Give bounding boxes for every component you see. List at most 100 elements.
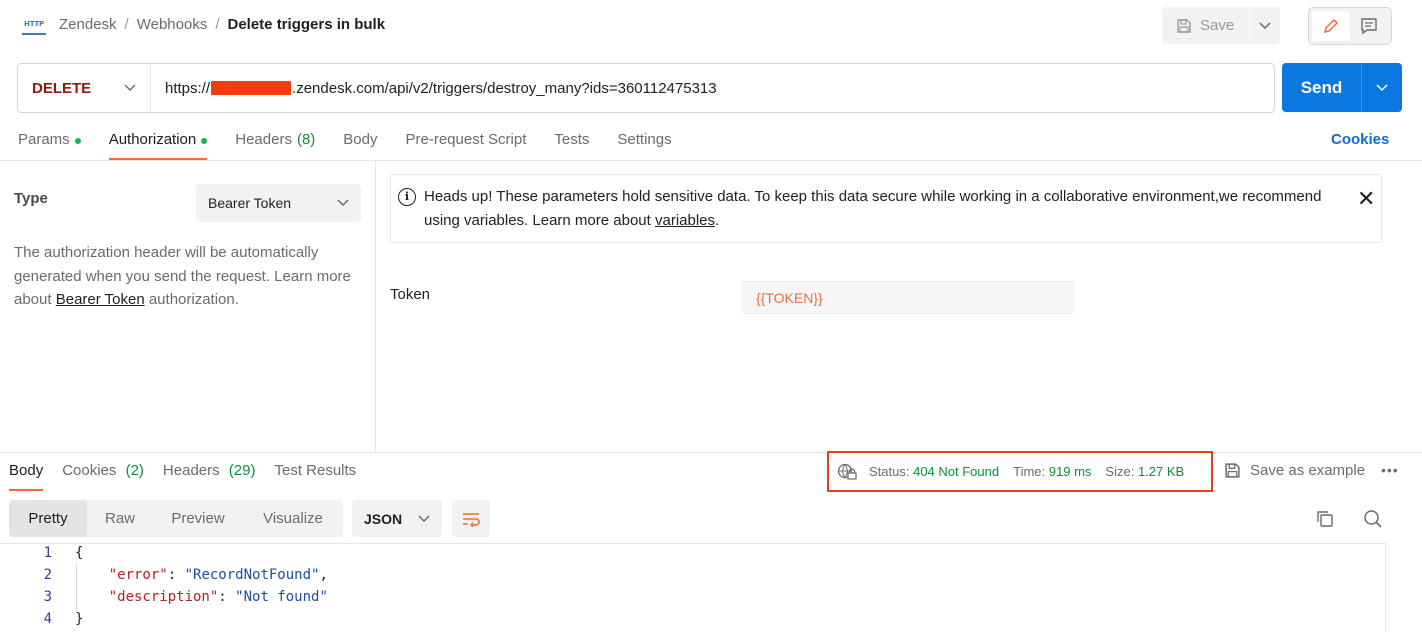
- auth-type-select[interactable]: Bearer Token: [196, 184, 361, 222]
- globe-lock-icon[interactable]: [837, 463, 857, 481]
- bearer-token-link[interactable]: Bearer Token: [56, 291, 145, 308]
- tab-label: Cookies: [62, 462, 117, 479]
- line-number: 1: [43, 545, 52, 561]
- active-indicator-dot: [74, 138, 81, 144]
- wrap-lines-button[interactable]: [452, 500, 490, 537]
- size-value: 1.27 KB: [1137, 464, 1185, 479]
- json-value: "Not found": [235, 589, 328, 605]
- tab-label: Settings: [617, 131, 672, 148]
- code-text: {: [75, 545, 84, 561]
- status-label: Status:: [869, 464, 910, 479]
- redaction-mark: [211, 81, 292, 95]
- time-label: Time:: [1013, 464, 1046, 479]
- breadcrumb-folder[interactable]: Webhooks: [137, 16, 208, 33]
- cookies-link[interactable]: Cookies: [1331, 131, 1389, 148]
- breadcrumb-separator: /: [124, 16, 129, 33]
- response-tab-test-results[interactable]: Test Results: [274, 462, 356, 491]
- tab-authorization[interactable]: Authorization: [108, 128, 208, 160]
- variables-link[interactable]: variables: [655, 212, 715, 229]
- view-preview[interactable]: Preview: [153, 500, 243, 537]
- info-icon: i: [398, 188, 416, 206]
- search-icon[interactable]: [1363, 509, 1383, 534]
- save-label: Save: [1200, 17, 1235, 34]
- indent-guide: [76, 565, 77, 611]
- type-label: Type: [14, 190, 48, 207]
- url-bar: DELETE https:// .zendesk.com/api/v2/trig…: [17, 63, 1275, 113]
- save-as-example-button[interactable]: Save as example: [1224, 462, 1365, 479]
- json-key: "description": [108, 589, 219, 605]
- code-line: 2 "error": "RecordNotFound",: [0, 567, 1380, 589]
- response-tab-body[interactable]: Body: [9, 462, 44, 491]
- breadcrumb-separator: /: [215, 16, 220, 33]
- view-visualize[interactable]: Visualize: [243, 500, 343, 537]
- tab-count: (29): [228, 462, 256, 479]
- method-select[interactable]: DELETE: [18, 64, 151, 112]
- line-number: 4: [43, 611, 52, 627]
- send-button[interactable]: Send: [1282, 63, 1362, 112]
- send-options-button[interactable]: [1362, 79, 1402, 97]
- token-input[interactable]: {{TOKEN}}: [742, 281, 1074, 314]
- view-mode-toggle: [1308, 7, 1392, 45]
- chevron-down-icon: [1259, 21, 1271, 29]
- sensitive-data-notice: i Heads up! These parameters hold sensit…: [390, 174, 1382, 243]
- save-options-button[interactable]: [1250, 17, 1280, 35]
- line-number: 2: [43, 567, 52, 583]
- save-button-group: Save: [1162, 7, 1280, 44]
- response-meta-highlight: Status: 404 Not Found Time: 919 ms Size:…: [827, 451, 1213, 492]
- code-text: "description": "Not found": [108, 589, 328, 605]
- save-icon: [1225, 463, 1240, 478]
- url-input[interactable]: https:// .zendesk.com/api/v2/triggers/de…: [151, 80, 717, 97]
- size-readout[interactable]: Size: 1.27 KB: [1105, 464, 1184, 479]
- chevron-down-icon: [337, 199, 349, 207]
- code-line: 3 "description": "Not found": [0, 589, 1380, 611]
- breadcrumb-collection[interactable]: Zendesk: [59, 16, 117, 33]
- save-button[interactable]: Save: [1162, 7, 1250, 44]
- view-pretty[interactable]: Pretty: [9, 500, 87, 537]
- tab-params[interactable]: Params: [18, 128, 81, 160]
- tab-pre-request-script[interactable]: Pre-request Script: [406, 128, 527, 160]
- response-body-code[interactable]: 1 { 2 "error": "RecordNotFound", 3 "desc…: [0, 543, 1386, 632]
- status-value: 404 Not Found: [913, 464, 1000, 479]
- tab-body[interactable]: Body: [343, 128, 377, 160]
- copy-icon[interactable]: [1315, 509, 1335, 534]
- token-label: Token: [390, 286, 431, 303]
- response-tab-cookies[interactable]: Cookies (2): [62, 462, 144, 491]
- pencil-icon: [1323, 18, 1339, 34]
- request-tabs: Params Authorization Headers (8) Body Pre…: [18, 128, 700, 160]
- size-label: Size:: [1105, 464, 1135, 479]
- notice-end: .: [715, 212, 720, 229]
- top-bar: HTTP Zendesk / Webhooks / Delete trigger…: [0, 0, 1422, 52]
- edit-mode-button[interactable]: [1312, 11, 1350, 41]
- request-title[interactable]: Delete triggers in bulk: [228, 16, 386, 33]
- close-icon[interactable]: ✕: [1357, 188, 1375, 210]
- tab-headers[interactable]: Headers (8): [235, 128, 315, 160]
- time-readout[interactable]: Time: 919 ms: [1013, 464, 1091, 479]
- more-options-icon[interactable]: •••: [1381, 462, 1399, 478]
- code-line: 1 {: [0, 545, 1380, 567]
- save-icon: [1177, 18, 1191, 33]
- tab-label: Body: [343, 131, 378, 148]
- tab-tests[interactable]: Tests: [554, 128, 589, 160]
- tab-label: Headers: [162, 462, 220, 479]
- send-button-group: Send: [1282, 63, 1402, 112]
- tab-settings[interactable]: Settings: [617, 128, 671, 160]
- auth-description: The authorization header will be automat…: [14, 241, 366, 312]
- tab-label: Body: [9, 462, 44, 479]
- code-text: "error": "RecordNotFound",: [108, 567, 328, 583]
- response-tabs: Body Cookies (2) Headers (29) Test Resul…: [9, 462, 375, 491]
- chevron-down-icon: [418, 514, 430, 522]
- json-key: "error": [108, 567, 168, 583]
- tab-label: Tests: [554, 131, 590, 148]
- line-number: 3: [43, 589, 52, 605]
- auth-desc-tail: authorization.: [144, 291, 239, 308]
- method-label: DELETE: [32, 79, 92, 97]
- status-readout[interactable]: Status: 404 Not Found: [869, 464, 999, 479]
- response-tab-headers[interactable]: Headers (29): [163, 462, 256, 491]
- format-select[interactable]: JSON: [352, 500, 442, 537]
- notice-text: Heads up! These parameters hold sensitiv…: [424, 185, 1354, 233]
- response-view-selector: Pretty Raw Preview Visualize: [9, 500, 343, 537]
- tab-label: Headers: [235, 131, 292, 148]
- documentation-mode-button[interactable]: [1350, 11, 1388, 41]
- json-comma: ,: [319, 567, 328, 583]
- view-raw[interactable]: Raw: [87, 500, 153, 537]
